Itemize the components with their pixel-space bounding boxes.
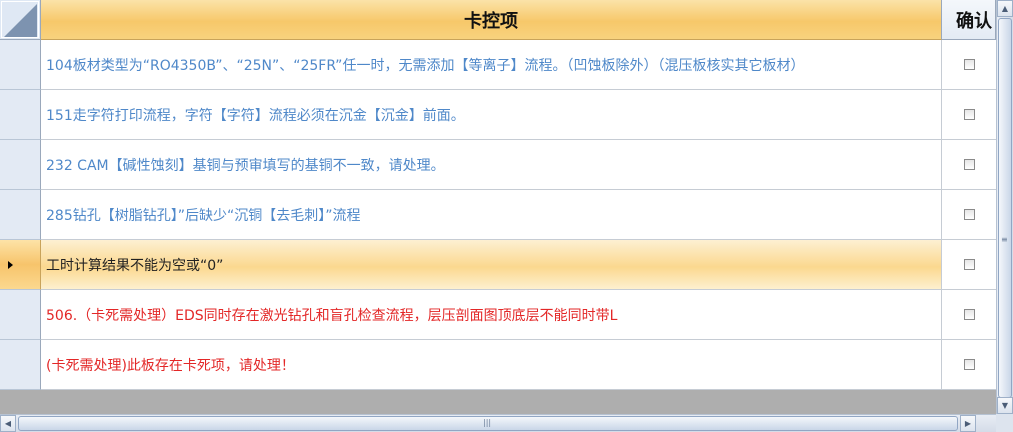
- vertical-scroll-thumb[interactable]: ≡: [998, 18, 1012, 398]
- confirm-cell[interactable]: [942, 340, 996, 390]
- confirm-checkbox[interactable]: [963, 159, 975, 170]
- row-header[interactable]: [0, 40, 41, 90]
- select-all-corner[interactable]: [0, 0, 41, 40]
- row-header[interactable]: [0, 190, 41, 240]
- chevron-right-icon[interactable]: ▶: [960, 415, 976, 432]
- table-row[interactable]: 104板材类型为“RO4350B”、“25N”、“25FR”任一时，无需添加【等…: [0, 40, 996, 90]
- confirm-cell[interactable]: [942, 40, 996, 90]
- grip-icon: ≡: [1001, 235, 1008, 244]
- horizontal-scrollbar[interactable]: ◀ ||| ▶: [0, 414, 996, 432]
- row-header[interactable]: [0, 140, 41, 190]
- row-header[interactable]: [0, 240, 41, 290]
- horizontal-scroll-thumb[interactable]: |||: [18, 416, 958, 431]
- row-header[interactable]: [0, 290, 41, 340]
- confirm-checkbox[interactable]: [963, 259, 975, 270]
- confirm-cell[interactable]: [942, 290, 996, 340]
- grid-empty-area: [0, 390, 996, 414]
- confirm-cell[interactable]: [942, 190, 996, 240]
- column-header-confirm[interactable]: 确认: [942, 0, 996, 40]
- row-header[interactable]: [0, 340, 41, 390]
- check-item-cell[interactable]: 506.（卡死需处理）EDS同时存在激光钻孔和盲孔检查流程，层压剖面图顶底层不能…: [41, 290, 942, 340]
- chevron-up-icon[interactable]: ▲: [997, 0, 1013, 17]
- table-row[interactable]: 232 CAM【碱性蚀刻】基铜与预审填写的基铜不一致，请处理。: [0, 140, 996, 190]
- check-item-cell[interactable]: (卡死需处理)此板存在卡死项，请处理！: [41, 340, 942, 390]
- data-grid: 卡控项 确认 104板材类型为“RO4350B”、“25N”、“25FR”任一时…: [0, 0, 996, 432]
- corner-triangle-icon: [4, 4, 37, 37]
- confirm-cell[interactable]: [942, 240, 996, 290]
- table-row-selected[interactable]: 工时计算结果不能为空或“0”: [0, 240, 996, 290]
- row-header[interactable]: [0, 90, 41, 140]
- confirm-checkbox[interactable]: [963, 309, 975, 320]
- confirm-checkbox[interactable]: [963, 59, 975, 70]
- scrollbar-corner: [996, 414, 1013, 432]
- chevron-down-icon[interactable]: ▼: [997, 397, 1013, 414]
- grip-icon: |||: [483, 418, 492, 427]
- vertical-scrollbar[interactable]: ▲ ≡ ▼: [996, 0, 1013, 414]
- table-row[interactable]: 151走字符打印流程，字符【字符】流程必须在沉金【沉金】前面。: [0, 90, 996, 140]
- confirm-checkbox[interactable]: [963, 359, 975, 370]
- chevron-left-icon[interactable]: ◀: [0, 415, 16, 432]
- arrow-right-icon: [8, 261, 13, 269]
- table-row[interactable]: (卡死需处理)此板存在卡死项，请处理！: [0, 340, 996, 390]
- column-header-check-item[interactable]: 卡控项: [41, 0, 942, 40]
- confirm-checkbox[interactable]: [963, 109, 975, 120]
- check-item-cell[interactable]: 285钻孔【树脂钻孔】”后缺少“沉铜【去毛刺】”流程: [41, 190, 942, 240]
- confirm-cell[interactable]: [942, 90, 996, 140]
- confirm-cell[interactable]: [942, 140, 996, 190]
- check-item-cell[interactable]: 104板材类型为“RO4350B”、“25N”、“25FR”任一时，无需添加【等…: [41, 40, 942, 90]
- check-item-cell[interactable]: 151走字符打印流程，字符【字符】流程必须在沉金【沉金】前面。: [41, 90, 942, 140]
- table-row[interactable]: 285钻孔【树脂钻孔】”后缺少“沉铜【去毛刺】”流程: [0, 190, 996, 240]
- check-item-cell[interactable]: 232 CAM【碱性蚀刻】基铜与预审填写的基铜不一致，请处理。: [41, 140, 942, 190]
- check-item-cell[interactable]: 工时计算结果不能为空或“0”: [41, 240, 942, 290]
- table-row[interactable]: 506.（卡死需处理）EDS同时存在激光钻孔和盲孔检查流程，层压剖面图顶底层不能…: [0, 290, 996, 340]
- confirm-checkbox[interactable]: [963, 209, 975, 220]
